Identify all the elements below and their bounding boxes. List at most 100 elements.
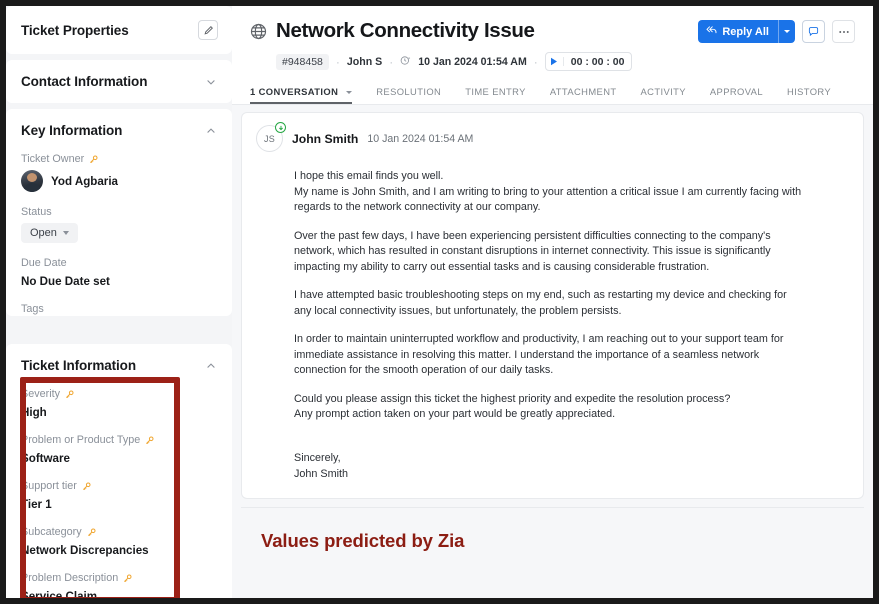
ticket-owner-name: Yod Agbaria [51,174,118,188]
conversation-area: JS John Smith 10 Jan 2024 01:54 AM I hop… [232,105,873,598]
reply-all-text: Reply All [722,25,769,38]
chevron-down-icon[interactable] [204,75,218,89]
message-sender: John Smith [292,131,359,146]
clock-icon [400,55,411,69]
avatar [21,170,43,192]
reply-all-dropdown-toggle[interactable] [778,20,795,43]
ticket-properties-card: Ticket Properties [6,6,232,54]
chevron-down-icon [784,30,790,33]
ticket-date: 10 Jan 2024 01:54 AM [418,55,527,68]
ticket-information-card: Ticket Information Severity High Problem… [6,344,232,598]
field-label-text: Support tier [21,480,77,492]
zia-key-icon [64,389,75,400]
chevron-up-icon[interactable] [204,359,218,373]
message-signature: Sincerely, John Smith [294,452,349,480]
due-date-value[interactable]: No Due Date set [21,274,217,289]
field-support-tier: Support tier Tier 1 [6,479,232,512]
message-timestamp: 10 Jan 2024 01:54 AM [367,132,474,145]
zia-key-icon [81,481,92,492]
key-information-header[interactable]: Key Information [6,109,232,152]
play-icon[interactable] [546,57,564,66]
reply-all-label-wrap[interactable]: Reply All [698,20,778,43]
ticket-header-top: Network Connectivity Issue Reply All [250,18,855,45]
field-status: Status Open [6,205,232,243]
chevron-up-icon[interactable] [204,124,218,138]
contact-information-card[interactable]: Contact Information [6,60,232,103]
field-label: Problem Description [21,571,217,585]
message-body: I hope this email finds you well. My nam… [294,169,806,482]
field-label-text: Due Date [21,257,67,269]
field-label: Ticket Owner [21,152,217,166]
reply-all-button[interactable]: Reply All [698,20,795,43]
tab-history[interactable]: HISTORY [787,80,831,104]
zia-annotation: Values predicted by Zia [261,530,465,551]
field-label: Tags [21,302,217,316]
meta-separator: · [335,54,340,69]
ticket-id[interactable]: #948458 [276,53,329,70]
field-severity: Severity High [6,387,232,420]
field-label: Subcategory [21,525,217,539]
problem-or-product-type-value[interactable]: Software [21,451,217,466]
field-label: Problem or Product Type [21,433,217,447]
problem-description-value[interactable]: Service Claim [21,589,217,598]
timer-value: 00 : 00 : 00 [570,55,625,68]
chevron-down-icon[interactable] [346,91,353,95]
meta-separator: · [389,54,394,69]
page-title: Network Connectivity Issue [276,19,535,42]
field-due-date: Due Date No Due Date set [6,256,232,289]
zia-key-icon [86,527,97,538]
section-divider [241,507,864,508]
zia-key-icon [122,573,133,584]
ticket-information-title: Ticket Information [21,358,136,373]
zia-key-icon [88,154,99,165]
time-tracker[interactable]: 00 : 00 : 00 [544,52,633,71]
ticket-properties-sidebar: Ticket Properties Contact Information Ke… [6,6,232,598]
message-paragraph: Over the past few days, I have been expe… [294,229,771,273]
field-ticket-owner: Ticket Owner Yod Agbaria [6,152,232,192]
conversation-message: JS John Smith 10 Jan 2024 01:54 AM I hop… [241,112,864,499]
field-label: Due Date [21,256,217,270]
ticket-tabs: 1 CONVERSATION RESOLUTION TIME ENTRY ATT… [250,80,855,104]
contact-information-header[interactable]: Contact Information [6,60,232,103]
subcategory-value[interactable]: Network Discrepancies [21,543,217,558]
more-horizontal-icon[interactable] [832,20,855,43]
severity-value[interactable]: High [21,405,217,420]
field-label: Support tier [21,479,217,493]
globe-icon [250,23,267,45]
field-label-text: Problem Description [21,572,119,584]
field-label-text: Severity [21,388,61,400]
support-tier-value[interactable]: Tier 1 [21,497,217,512]
chat-bubble-icon[interactable] [802,20,825,43]
message-paragraph: I hope this email finds you well. My nam… [294,170,802,213]
tab-resolution[interactable]: RESOLUTION [376,80,441,104]
reply-all-icon [706,25,717,38]
field-label: Severity [21,387,217,401]
chevron-down-icon [62,231,69,235]
ticket-information-header[interactable]: Ticket Information [6,344,232,387]
field-label: Status [21,205,217,219]
download-arrow-icon [275,122,286,133]
tab-approval[interactable]: APPROVAL [710,80,763,104]
status-dropdown[interactable]: Open [21,223,78,243]
message-paragraph: Could you please assign this ticket the … [294,392,731,421]
field-problem-description: Problem Description Service Claim [6,571,232,598]
field-label-text: Ticket Owner [21,153,85,165]
tab-activity[interactable]: ACTIVITY [641,80,686,104]
ticket-detail-main: Network Connectivity Issue Reply All #94… [232,6,873,598]
message-paragraph: In order to maintain uninterrupted workf… [294,333,784,376]
header-actions: Reply All [698,20,855,43]
ticket-header: Network Connectivity Issue Reply All #94… [232,6,873,105]
tab-conversation[interactable]: 1 CONVERSATION [250,80,353,104]
app-window: Ticket Properties Contact Information Ke… [6,6,873,598]
tab-attachment[interactable]: ATTACHMENT [550,80,617,104]
key-information-title: Key Information [21,123,123,138]
tab-time-entry[interactable]: TIME ENTRY [465,80,526,104]
ticket-owner-value[interactable]: Yod Agbaria [21,170,217,192]
pencil-icon[interactable] [198,20,218,40]
field-label-text: Problem or Product Type [21,434,141,446]
meta-separator: · [533,54,538,69]
key-information-card: Key Information Ticket Owner Yod Agbaria… [6,109,232,316]
ticket-contact[interactable]: John S [347,56,382,68]
message-paragraph: I have attempted basic troubleshooting s… [294,289,787,317]
field-label-text: Status [21,206,52,218]
